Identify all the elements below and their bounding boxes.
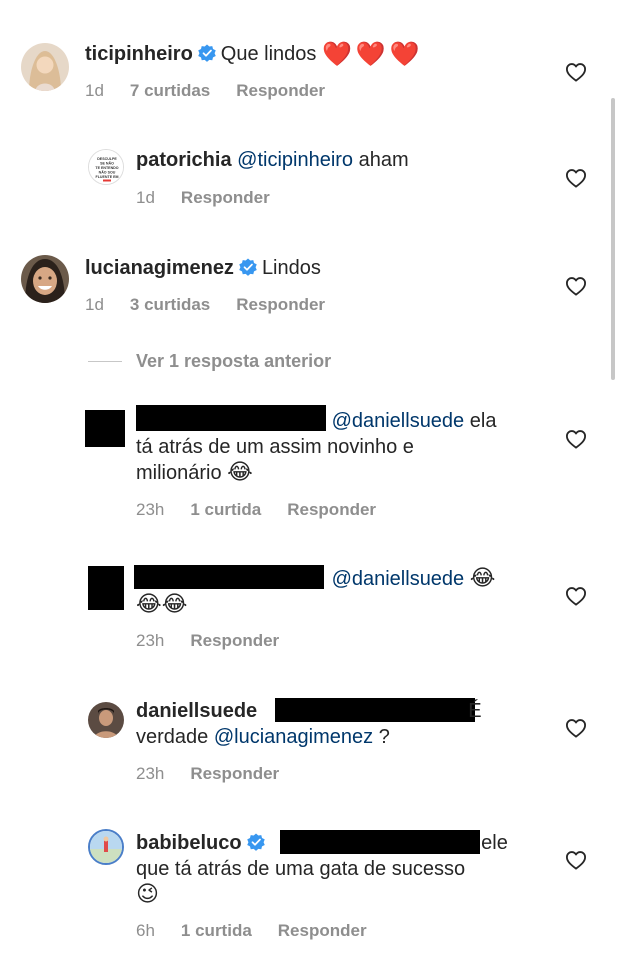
username[interactable]: ticipinheiro <box>85 43 193 65</box>
comment-meta: 23h Responder <box>136 631 305 651</box>
timestamp: 1d <box>136 188 155 207</box>
avatar[interactable] <box>21 43 69 91</box>
comment-body: babibeluco ele que tá atrás de uma gata … <box>136 830 556 908</box>
avatar-text-3: TE ENTENDO <box>95 166 118 170</box>
laughing-emoji: 😂😂 <box>136 592 188 617</box>
comment-body: patorichia @ticipinheiro aham <box>136 147 556 173</box>
avatar-text-2: SE NÃO <box>100 161 114 166</box>
timestamp: 23h <box>136 764 165 783</box>
comment-text: verdade <box>136 726 209 748</box>
avatar[interactable] <box>88 829 124 865</box>
view-previous-replies-button[interactable]: Ver 1 resposta anterior <box>136 351 331 372</box>
reply-button[interactable]: Responder <box>236 81 325 100</box>
timestamp: 1d <box>85 81 104 100</box>
username[interactable]: daniellsuede <box>136 700 257 722</box>
reply-redacted-2: @daniellsuede 😂 😂😂 23h Responder <box>0 555 620 665</box>
avatar[interactable] <box>88 702 124 738</box>
heart-outline-icon[interactable] <box>565 586 587 606</box>
comment-body: @daniellsuede 😂 😂😂 <box>136 566 556 618</box>
comment-ticipinheiro: ticipinheiro Que lindos ❤️❤️❤️ 1d 7 curtid… <box>0 0 620 110</box>
timestamp: 23h <box>136 500 165 519</box>
heart-outline-icon[interactable] <box>565 168 587 188</box>
reply-daniellsuede: daniellsuede É verdade @lucianagimenez ?… <box>0 690 620 800</box>
comment-lucianagimenez: lucianagimenez Lindos 1d 3 curtidas Respond… <box>0 240 620 330</box>
avatar[interactable] <box>21 255 69 303</box>
reply-patorichia: DESCULPE SE NÃO TE ENTENDO NÃO SOU FLUEN… <box>0 130 620 220</box>
reply-button[interactable]: Responder <box>278 921 367 940</box>
comment-meta: 1d 3 curtidas Responder <box>85 295 351 315</box>
laughing-emoji: 😂 <box>469 566 496 591</box>
username[interactable]: patorichia <box>136 149 232 171</box>
comment-meta: 1d Responder <box>136 188 296 208</box>
timestamp: 1d <box>85 295 104 314</box>
heart-outline-icon[interactable] <box>565 276 587 296</box>
avatar-redacted <box>88 566 124 610</box>
comment-meta: 23h 1 curtida Responder <box>136 500 402 520</box>
comment-meta: 23h Responder <box>136 764 305 784</box>
reply-button[interactable]: Responder <box>236 295 325 314</box>
reply-redacted-1: @daniellsuede ela tá atrás de um assim n… <box>0 395 620 525</box>
avatar-text-1: DESCULPE <box>97 157 117 161</box>
reply-button[interactable]: Responder <box>181 188 270 207</box>
mention-link[interactable]: @daniellsuede <box>332 410 465 432</box>
mention-link[interactable]: @daniellsuede <box>332 568 465 590</box>
mention-link[interactable]: @ticipinheiro <box>237 149 353 171</box>
reply-button[interactable]: Responder <box>287 500 376 519</box>
likes-count[interactable]: 1 curtida <box>190 500 261 519</box>
comment-meta: 6h 1 curtida Responder <box>136 921 393 941</box>
heart-outline-icon[interactable] <box>565 429 587 449</box>
heart-outline-icon[interactable] <box>565 850 587 870</box>
likes-count[interactable]: 7 curtidas <box>130 81 210 100</box>
comment-body: @daniellsuede ela tá atrás de um assim n… <box>136 408 556 486</box>
red-heart-emojis: ❤️❤️❤️ <box>321 40 424 68</box>
laughing-emoji: 😂 <box>227 460 253 485</box>
heart-outline-icon[interactable] <box>565 718 587 738</box>
comment-meta: 1d 7 curtidas Responder <box>85 81 351 101</box>
comment-body: ticipinheiro Que lindos ❤️❤️❤️ <box>85 41 545 67</box>
heart-outline-icon[interactable] <box>565 62 587 82</box>
verified-badge-icon <box>246 832 266 852</box>
avatar-text-5: FLUENTE EM <box>96 175 119 179</box>
reply-babibeluco: babibeluco ele que tá atrás de uma gata … <box>0 822 620 952</box>
avatar-redacted <box>85 410 125 447</box>
comment-text: milionário <box>136 462 222 484</box>
comment-text: Que lindos <box>220 43 317 65</box>
comment-text: tá atrás de um assim novinho e <box>136 436 414 458</box>
comment-text: aham <box>358 149 409 171</box>
verified-badge-icon <box>238 257 258 277</box>
username[interactable]: lucianagimenez <box>85 257 234 279</box>
comment-text: É <box>468 700 482 722</box>
comment-body: daniellsuede É verdade @lucianagimenez ? <box>136 698 496 750</box>
comment-text: Lindos <box>261 257 321 279</box>
reply-button[interactable]: Responder <box>190 631 279 650</box>
scrollbar[interactable] <box>611 98 615 380</box>
avatar-text-4: NÃO SOU <box>99 170 116 175</box>
timestamp: 6h <box>136 921 155 940</box>
winking-emoji: 😉 <box>136 882 159 907</box>
likes-count[interactable]: 1 curtida <box>181 921 252 940</box>
timestamp: 23h <box>136 631 165 650</box>
avatar[interactable]: DESCULPE SE NÃO TE ENTENDO NÃO SOU FLUEN… <box>88 149 124 185</box>
mention-link[interactable]: @lucianagimenez <box>214 726 373 748</box>
comment-text: que tá atrás de uma gata de sucesso <box>136 858 466 880</box>
comment-text: ? <box>378 726 390 748</box>
view-replies-line <box>88 361 122 362</box>
comment-body: lucianagimenez Lindos <box>85 255 545 281</box>
verified-badge-icon <box>197 43 217 63</box>
username[interactable]: babibeluco <box>136 832 242 854</box>
likes-count[interactable]: 3 curtidas <box>130 295 210 314</box>
comment-text: ela <box>469 410 497 432</box>
reply-button[interactable]: Responder <box>190 764 279 783</box>
comment-text: ele <box>481 832 508 854</box>
